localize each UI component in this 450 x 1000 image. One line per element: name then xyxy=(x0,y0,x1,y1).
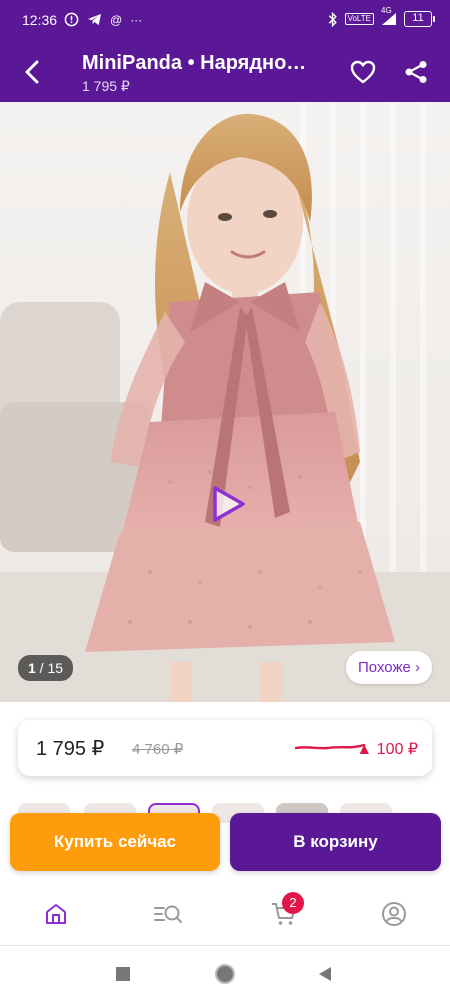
gallery-current: 1 xyxy=(28,660,36,676)
catalog-search-icon xyxy=(154,905,182,923)
add-to-cart-button[interactable]: В корзину xyxy=(230,813,441,871)
gallery-separator: / xyxy=(35,660,48,676)
header-price: 1 795 ₽ xyxy=(82,78,130,94)
circle-home-icon xyxy=(215,964,235,984)
current-price: 1 795 ₽ xyxy=(36,738,105,760)
back-system-button[interactable] xyxy=(312,961,338,987)
product-gallery[interactable]: 1 / 15 Похоже › xyxy=(0,102,450,702)
price-history-card[interactable]: 1 795 ₽ 4 760 ₽ ▲ 100 ₽ xyxy=(18,720,432,776)
warning-icon xyxy=(64,12,79,27)
recents-icon xyxy=(116,967,130,981)
signal-icon: 4G xyxy=(381,6,397,26)
bottom-navigation xyxy=(0,880,450,946)
gallery-total: 15 xyxy=(47,660,64,676)
battery-level: 11 xyxy=(412,12,424,24)
price-trend-graph xyxy=(294,743,366,750)
recents-button[interactable] xyxy=(110,961,136,987)
favorite-button[interactable] xyxy=(345,54,381,90)
page-title: MiniPanda • Нарядно… xyxy=(82,52,307,74)
bluetooth-icon xyxy=(328,11,337,27)
similar-button[interactable]: Похоже › xyxy=(346,651,432,684)
battery-icon: 11 xyxy=(404,11,435,27)
gallery-counter: 1 / 15 xyxy=(18,655,74,681)
back-arrow-icon xyxy=(25,60,39,84)
share-button[interactable] xyxy=(398,54,434,90)
telegram-icon xyxy=(87,13,102,26)
cart-count-badge: 2 xyxy=(282,892,304,914)
at-icon: @ xyxy=(110,12,123,27)
home-system-button[interactable] xyxy=(212,961,238,987)
play-icon xyxy=(213,486,245,522)
video-play-button[interactable] xyxy=(205,482,249,526)
share-icon xyxy=(405,61,427,83)
nav-profile[interactable] xyxy=(376,896,412,932)
old-price: 4 760 ₽ xyxy=(132,741,184,758)
system-navigation-bar xyxy=(0,947,450,1000)
volte-indicator: VoLTE xyxy=(344,13,374,25)
back-button[interactable] xyxy=(14,54,50,90)
heart-icon xyxy=(350,60,376,84)
home-icon xyxy=(46,904,66,924)
price-change: ▲ 100 ₽ xyxy=(356,741,418,758)
nav-home[interactable] xyxy=(38,896,74,932)
status-bar: 12:36 @ ··· VoLTE 4G 11 xyxy=(0,0,450,40)
buy-now-button[interactable]: Купить сейчас xyxy=(10,813,220,871)
app-header: MiniPanda • Нарядно… 1 795 ₽ xyxy=(0,40,450,102)
product-photo xyxy=(0,102,450,702)
network-type: 4G xyxy=(381,6,392,15)
triangle-back-icon xyxy=(319,967,331,981)
more-notifications-icon: ··· xyxy=(130,12,143,27)
nav-catalog[interactable] xyxy=(150,896,186,932)
status-time: 12:36 xyxy=(22,12,58,28)
profile-icon xyxy=(382,902,406,926)
